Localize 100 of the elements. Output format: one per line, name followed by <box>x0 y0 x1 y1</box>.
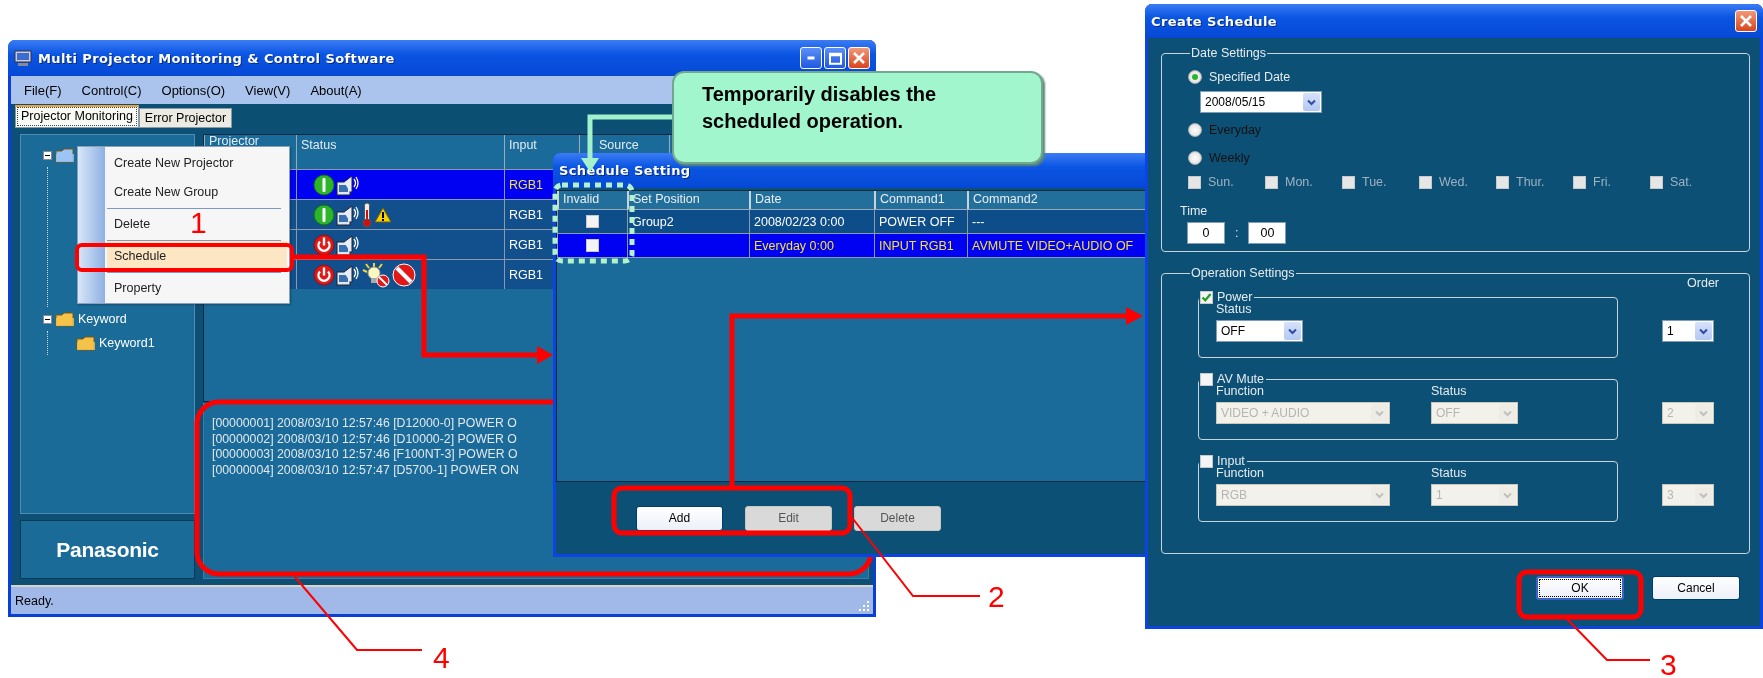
menu-item[interactable]: Options(O) <box>161 82 226 98</box>
window-title: Schedule Setting <box>559 163 691 178</box>
chevron-down-icon <box>1503 491 1512 499</box>
radio-button[interactable] <box>1188 123 1202 137</box>
menu-item[interactable]: Delete <box>107 209 151 238</box>
tree-item[interactable]: Keyword <box>78 312 127 326</box>
checkbox[interactable] <box>1496 175 1509 189</box>
table-cell: POWER OFF <box>879 214 955 229</box>
checkbox[interactable] <box>586 239 599 252</box>
window-title: Multi Projector Monitoring & Control Software <box>38 50 395 66</box>
chevron-down-icon <box>1375 409 1384 417</box>
logo: Panasonic <box>56 537 159 562</box>
column-header[interactable]: Input <box>509 138 537 152</box>
log-line: [00000002] 2008/03/10 12:57:46 [D10000-2] POWER O <box>212 431 518 447</box>
window-title: Create Schedule <box>1151 13 1278 29</box>
radio-label: Specified Date <box>1209 70 1291 84</box>
table-cell: AVMUTE VIDEO+AUDIO OF <box>972 238 1134 253</box>
tab[interactable]: Error Projector <box>138 108 233 128</box>
menu-item[interactable]: View(V) <box>245 82 291 98</box>
field-label: Time <box>1180 204 1209 218</box>
checkbox-label: Power <box>1217 290 1253 304</box>
minimize-icon <box>807 56 815 60</box>
minimize-button[interactable] <box>800 47 822 69</box>
chevron-down-icon <box>1503 409 1512 417</box>
tab[interactable]: Projector Monitoring <box>15 105 139 128</box>
menu-item[interactable]: Property <box>107 273 162 302</box>
tree-item[interactable]: Keyword1 <box>99 336 155 350</box>
button[interactable]: Cancel <box>1652 576 1740 600</box>
log-line: [00000004] 2008/03/10 12:57:47 [D5700-1] POWER ON <box>212 462 520 478</box>
checkbox[interactable] <box>1188 175 1201 189</box>
maximize-icon <box>828 51 842 65</box>
checkbox-label: Sat. <box>1670 175 1693 189</box>
checkbox[interactable] <box>1650 175 1663 189</box>
table-cell: INPUT RGB1 <box>879 238 954 253</box>
checkbox[interactable] <box>1265 175 1278 189</box>
close-button[interactable] <box>1735 10 1757 32</box>
close-icon <box>853 52 865 64</box>
date-dropdown[interactable]: 2008/05/15 <box>1200 91 1322 113</box>
table-cell: RGB1 <box>509 237 544 252</box>
table-cell: Group2 <box>632 214 674 229</box>
checkbox-label: Fri. <box>1593 175 1612 189</box>
menu-item[interactable]: Control(C) <box>81 82 142 98</box>
log-line: [00000001] 2008/03/10 12:57:46 [D12000-0] POWER O <box>212 416 518 432</box>
checkbox-label: Wed. <box>1439 175 1468 189</box>
status-text: Ready. <box>15 593 54 608</box>
button[interactable]: Add <box>636 505 723 531</box>
checkbox-label: Mon. <box>1285 175 1313 189</box>
chevron-down-icon <box>1699 327 1708 335</box>
chevron-down-icon <box>1307 98 1316 106</box>
collapse-icon[interactable] <box>43 150 52 160</box>
checkbox-label: Tue. <box>1362 175 1387 189</box>
folder-icon <box>55 311 75 327</box>
group-title: Date Settings <box>1190 46 1268 60</box>
maximize-button[interactable] <box>824 47 846 69</box>
checkbox-label: Input <box>1217 454 1245 468</box>
step-number: 3 <box>1660 648 1677 678</box>
menu-item[interactable]: Create New Group <box>107 177 219 206</box>
table-cell: --- <box>972 214 985 229</box>
checkbox[interactable] <box>586 215 599 228</box>
checkbox-label: AV Mute <box>1217 372 1264 386</box>
table-cell: RGB1 <box>509 207 544 222</box>
close-button[interactable] <box>848 47 870 69</box>
checkbox[interactable] <box>1200 290 1213 304</box>
minute-field[interactable]: 00 <box>1248 222 1287 244</box>
table-cell: 2008/02/23 0:00 <box>754 214 845 229</box>
menu-item[interactable]: About(A) <box>310 82 362 98</box>
checkbox[interactable] <box>1200 372 1213 386</box>
radio-button[interactable] <box>1188 70 1202 84</box>
chevron-down-icon <box>1375 491 1384 499</box>
callout: Temporarily disables the scheduled operation. <box>672 71 1043 164</box>
order-dropdown[interactable]: 1 <box>1662 320 1714 342</box>
projector-icon <box>336 173 360 196</box>
checkbox[interactable] <box>1573 175 1586 189</box>
time-separator: : <box>1235 226 1239 240</box>
chevron-down-icon <box>1699 491 1708 499</box>
button[interactable]: OK <box>1536 576 1624 600</box>
dropdown[interactable]: OFF <box>1216 320 1303 342</box>
radio-button[interactable] <box>1188 151 1202 165</box>
chevron-down-icon <box>1699 409 1708 417</box>
menu-item[interactable]: File(F) <box>24 82 62 98</box>
checkbox[interactable] <box>1419 175 1432 189</box>
folder-icon <box>76 335 96 351</box>
column-header[interactable]: Status <box>301 138 337 152</box>
field-label: Function <box>1216 384 1265 398</box>
column-header[interactable]: Projector <box>209 136 292 147</box>
field-label: Status <box>1216 302 1253 316</box>
menu-item[interactable]: Create New Projector <box>107 148 234 177</box>
column-label: Order <box>1687 276 1719 290</box>
table-cell: Everyday 0:00 <box>754 238 834 253</box>
close-icon <box>1740 15 1752 27</box>
log-line: [00000003] 2008/03/10 12:57:46 [F100NT-3] POWER O <box>212 447 519 463</box>
field-label: Status <box>1431 466 1468 480</box>
projector-icon <box>336 233 360 256</box>
hour-field[interactable]: 0 <box>1187 222 1225 244</box>
column-header[interactable]: Source <box>599 138 639 152</box>
checkbox[interactable] <box>1342 175 1355 189</box>
checkbox[interactable] <box>1200 454 1213 468</box>
resize-grip-icon[interactable] <box>858 600 870 612</box>
group-title: Operation Settings <box>1190 266 1296 280</box>
collapse-icon[interactable] <box>43 314 52 324</box>
